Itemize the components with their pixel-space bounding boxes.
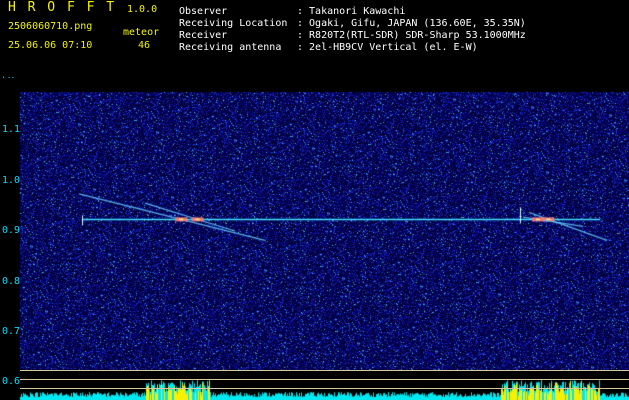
info-value-location: : Ogaki, Gifu, JAPAN (136.60E, 35.35N) — [297, 18, 526, 29]
info-label-location: Receiving Location — [179, 18, 288, 29]
app-version: 1.0.0 — [127, 4, 158, 15]
meteor-label: meteor — [123, 27, 160, 38]
info-value-observer: : Takanori Kawachi — [297, 6, 406, 17]
separator-line — [20, 370, 629, 371]
meteor-count: 46 — [138, 40, 151, 51]
info-value-receiver: : R820T2(RTL-SDR) SDR-Sharp 53.1000MHz — [297, 30, 526, 41]
info-label-observer: Observer — [179, 6, 228, 17]
separator-line — [20, 388, 629, 389]
freq-tick-label: 0.8 — [2, 276, 21, 287]
freq-tick-label: 1.1 — [2, 124, 21, 135]
info-label-antenna: Receiving antenna — [179, 42, 282, 53]
freq-tick-label: 0.7 — [2, 326, 21, 337]
info-value-antenna: : 2el-HB9CV Vertical (el. E-W) — [297, 42, 478, 53]
freq-tick-label: 0.6 — [2, 376, 21, 387]
app-title: H R O F F T — [8, 0, 117, 15]
spectrogram — [0, 78, 629, 400]
separator-line — [20, 379, 629, 380]
file-name: 2506060710.png — [8, 21, 93, 32]
info-label-receiver: Receiver — [179, 30, 228, 41]
freq-tick-label: 1.0 — [2, 175, 21, 186]
freq-tick-label: 0.9 — [2, 225, 21, 236]
observation-timestamp: 25.06.06 07:10 — [8, 40, 93, 51]
